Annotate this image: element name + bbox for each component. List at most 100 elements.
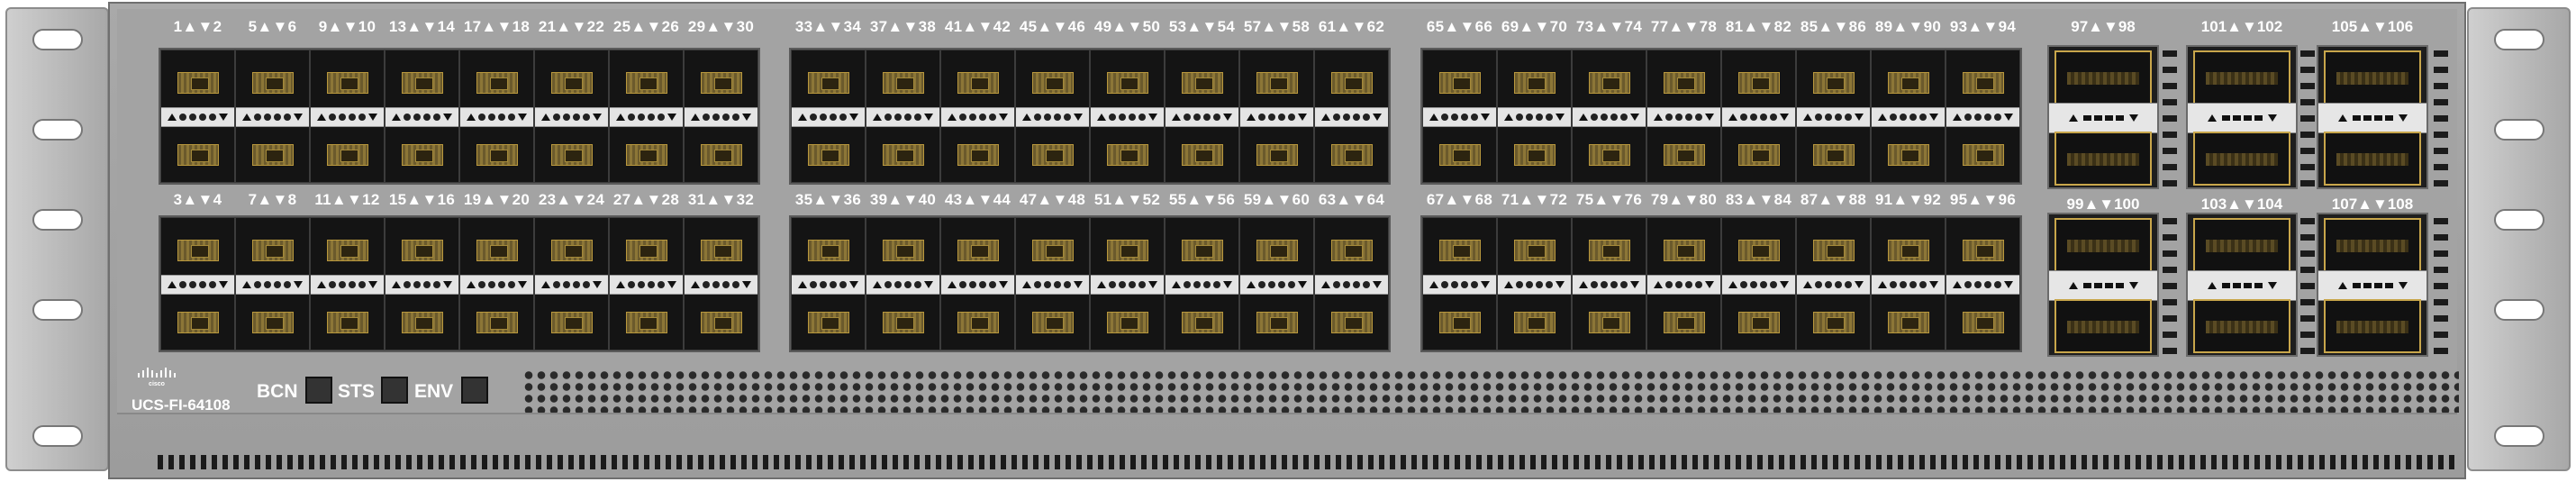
link-down-arrow-icon: [1855, 281, 1864, 288]
sfp-cage-icon: [1331, 312, 1373, 333]
sfp-port-pair[interactable]: [1572, 217, 1646, 350]
sfp-cage-icon: [1589, 240, 1630, 261]
port-led-strip: [1573, 107, 1646, 127]
port-led-icon: [1363, 281, 1370, 288]
port-led-icon: [1129, 114, 1136, 121]
sfp-port-pair[interactable]: [609, 50, 684, 183]
sfp-port-pair[interactable]: [940, 217, 1015, 350]
sfp-port-pair[interactable]: [1239, 217, 1314, 350]
port-led-icon: [573, 281, 580, 288]
sfp-port-pair[interactable]: [534, 217, 609, 350]
port-pair-label: 101▲▼102: [2200, 18, 2283, 35]
sfp-port-pair[interactable]: [940, 50, 1015, 183]
sfp-port-pair[interactable]: [1646, 50, 1721, 183]
link-down-arrow-icon: [2398, 282, 2408, 289]
port-led-strip: [460, 275, 533, 295]
sfp-port-pair[interactable]: [310, 217, 385, 350]
sfp-port-pair[interactable]: [1090, 217, 1165, 350]
sfp-port-pair[interactable]: [534, 50, 609, 183]
sfp-port-pair[interactable]: [1572, 50, 1646, 183]
sfp-cage-icon: [1888, 144, 1929, 166]
port-led-icon: [1760, 114, 1767, 121]
sfp-port-pair[interactable]: [459, 217, 534, 350]
sfp-port-pair[interactable]: [1871, 217, 1946, 350]
sfp-cage-icon: [1032, 72, 1074, 94]
qsfp-port[interactable]: [2324, 299, 2421, 353]
port-led-icon: [1044, 114, 1051, 121]
qsfp-port[interactable]: [2324, 132, 2421, 186]
sfp-port-pair[interactable]: [866, 217, 940, 350]
qsfp-port[interactable]: [2054, 218, 2152, 272]
port-led-icon: [1984, 114, 1991, 121]
sfp-port-pair[interactable]: [1422, 217, 1497, 350]
qsfp-port[interactable]: [2054, 299, 2152, 353]
port-led-icon: [1994, 114, 2001, 121]
qsfp-port[interactable]: [2193, 132, 2290, 186]
link-up-arrow-icon: [1321, 114, 1330, 121]
sfp-port-pair[interactable]: [791, 50, 866, 183]
rack-slot: [2494, 299, 2544, 321]
link-up-arrow-icon: [1654, 114, 1663, 121]
sfp-port-pair[interactable]: [1871, 50, 1946, 183]
link-up-arrow-icon: [616, 114, 625, 121]
port-led-icon: [628, 114, 635, 121]
port-pair-label: 21▲▼22: [538, 18, 605, 35]
sfp-port-pair[interactable]: [310, 50, 385, 183]
sfp-port-pair[interactable]: [160, 217, 235, 350]
port-led-icon: [914, 114, 921, 121]
sfp-port-pair[interactable]: [866, 50, 940, 183]
sfp-port-pair[interactable]: [1796, 50, 1871, 183]
sfp-port-pair[interactable]: [1497, 217, 1572, 350]
sfp-port-pair[interactable]: [1314, 217, 1389, 350]
qsfp-port[interactable]: [2193, 218, 2290, 272]
port-led-icon: [1974, 281, 1982, 288]
sfp-port-pair[interactable]: [1239, 50, 1314, 183]
sfp-port-pair[interactable]: [1796, 217, 1871, 350]
link-up-arrow-icon: [242, 281, 251, 288]
qsfp-port[interactable]: [2193, 299, 2290, 353]
port-led-strip: [535, 275, 608, 295]
sfp-port-pair[interactable]: [1165, 217, 1239, 350]
sfp-port-pair[interactable]: [385, 50, 459, 183]
sfp-port-pair[interactable]: [1015, 50, 1090, 183]
port-led-icon: [830, 114, 837, 121]
port-pair-label: 69▲▼70: [1501, 18, 1568, 35]
sfp-cage-icon: [883, 240, 924, 261]
sfp-port-pair[interactable]: [1646, 217, 1721, 350]
port-led-icon: [2221, 283, 2263, 288]
port-pair-label: 33▲▼34: [794, 18, 862, 35]
sfp-port-pair[interactable]: [1497, 50, 1572, 183]
sfp-port-pair[interactable]: [160, 50, 235, 183]
link-up-arrow-icon: [1172, 114, 1181, 121]
sfp-port-pair[interactable]: [1314, 50, 1389, 183]
sfp-port-pair[interactable]: [1721, 217, 1796, 350]
sfp-port-pair[interactable]: [684, 50, 758, 183]
sfp-port-pair[interactable]: [1721, 50, 1796, 183]
sfp-port-pair[interactable]: [1946, 50, 2020, 183]
sfp-port-pair[interactable]: [1090, 50, 1165, 183]
link-down-arrow-icon: [1705, 281, 1714, 288]
sfp-port-pair[interactable]: [385, 217, 459, 350]
qsfp-port-block: [2317, 45, 2428, 189]
sfp-port-pair[interactable]: [459, 50, 534, 183]
qsfp-port[interactable]: [2054, 50, 2152, 105]
sfp-port-pair[interactable]: [684, 217, 758, 350]
qsfp-port[interactable]: [2324, 50, 2421, 105]
sfp-port-pair[interactable]: [609, 217, 684, 350]
link-up-arrow-icon: [1953, 114, 1962, 121]
sfp-port-pair[interactable]: [791, 217, 866, 350]
port-pair-label: 39▲▼40: [869, 191, 937, 208]
sfp-port-pair[interactable]: [1946, 217, 2020, 350]
qsfp-port[interactable]: [2324, 218, 2421, 272]
sfp-port-pair[interactable]: [1422, 50, 1497, 183]
qsfp-port[interactable]: [2054, 132, 2152, 186]
qsfp-port[interactable]: [2193, 50, 2290, 105]
bcn-button[interactable]: [305, 377, 332, 404]
sfp-port-pair[interactable]: [235, 50, 310, 183]
sfp-port-pair[interactable]: [1165, 50, 1239, 183]
port-led-icon: [284, 281, 291, 288]
sfp-port-pair[interactable]: [235, 217, 310, 350]
sfp-port-pair[interactable]: [1015, 217, 1090, 350]
link-up-arrow-icon: [168, 114, 177, 121]
link-up-arrow-icon: [1022, 281, 1031, 288]
